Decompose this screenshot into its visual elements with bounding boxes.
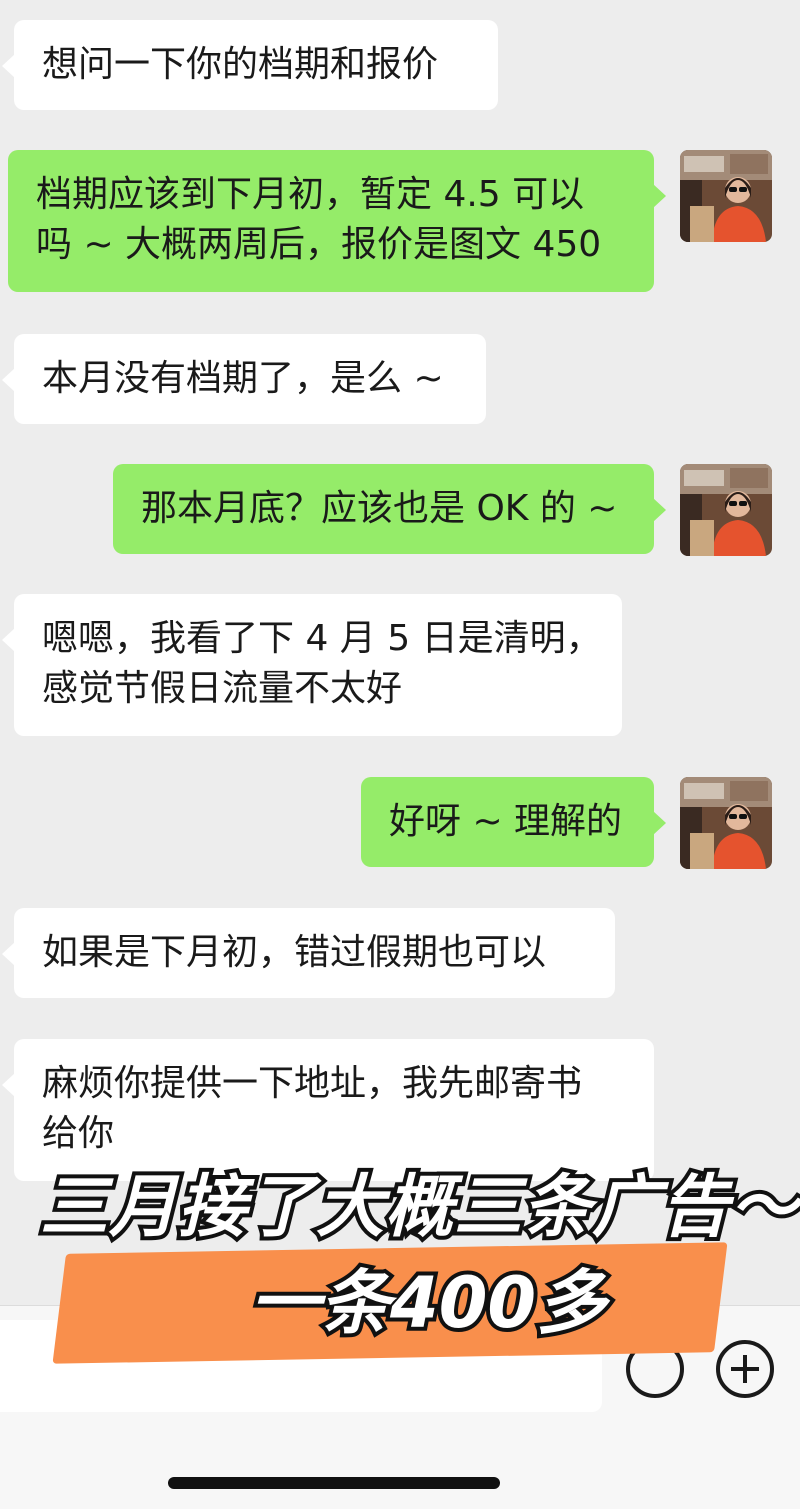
message-line: 档期应该到下月初，暂定 4.5 可以 <box>36 174 585 215</box>
message-line: 那本月底？应该也是 OK 的 ~ <box>141 488 618 529</box>
sent-message[interactable]: 那本月底？应该也是 OK 的 ~ <box>113 464 666 554</box>
message-line: 想问一下你的档期和报价 <box>42 44 439 85</box>
sent-message[interactable]: 档期应该到下月初，暂定 4.5 可以 吗 ~ 大概两周后，报价是图文 450 <box>8 150 666 292</box>
plus-icon[interactable] <box>716 1340 774 1398</box>
home-indicator[interactable] <box>168 1477 500 1489</box>
message-line: 嗯嗯，我看了下 4 月 5 日是清明， <box>42 618 602 659</box>
received-message[interactable]: 想问一下你的档期和报价 <box>2 20 498 110</box>
overlay-caption-line1: 三月接了大概三条广告～ <box>36 1164 800 1251</box>
user-avatar[interactable] <box>680 777 772 869</box>
received-message[interactable]: 嗯嗯，我看了下 4 月 5 日是清明， 感觉节假日流量不太好 <box>2 594 622 736</box>
message-line: 给你 <box>42 1113 115 1154</box>
message-line: 麻烦你提供一下地址，我先邮寄书 <box>42 1063 583 1104</box>
chat-message-list: 想问一下你的档期和报价 档期应该到下月初，暂定 4.5 可以 吗 ~ 大概两周后… <box>0 0 800 1300</box>
overlay-caption-line2: 一条400多 <box>246 1258 610 1348</box>
message-line: 好呀 ~ 理解的 <box>389 801 623 842</box>
user-avatar[interactable] <box>680 150 772 242</box>
message-line: 本月没有档期了，是么 ~ <box>42 358 444 399</box>
received-message[interactable]: 本月没有档期了，是么 ~ <box>2 334 486 424</box>
received-message[interactable]: 如果是下月初，错过假期也可以 <box>2 908 615 998</box>
message-line: 如果是下月初，错过假期也可以 <box>42 932 547 973</box>
message-line: 感觉节假日流量不太好 <box>42 668 403 709</box>
user-avatar[interactable] <box>680 464 772 556</box>
sent-message[interactable]: 好呀 ~ 理解的 <box>361 777 666 867</box>
message-line: 吗 ~ 大概两周后，报价是图文 450 <box>36 224 602 265</box>
